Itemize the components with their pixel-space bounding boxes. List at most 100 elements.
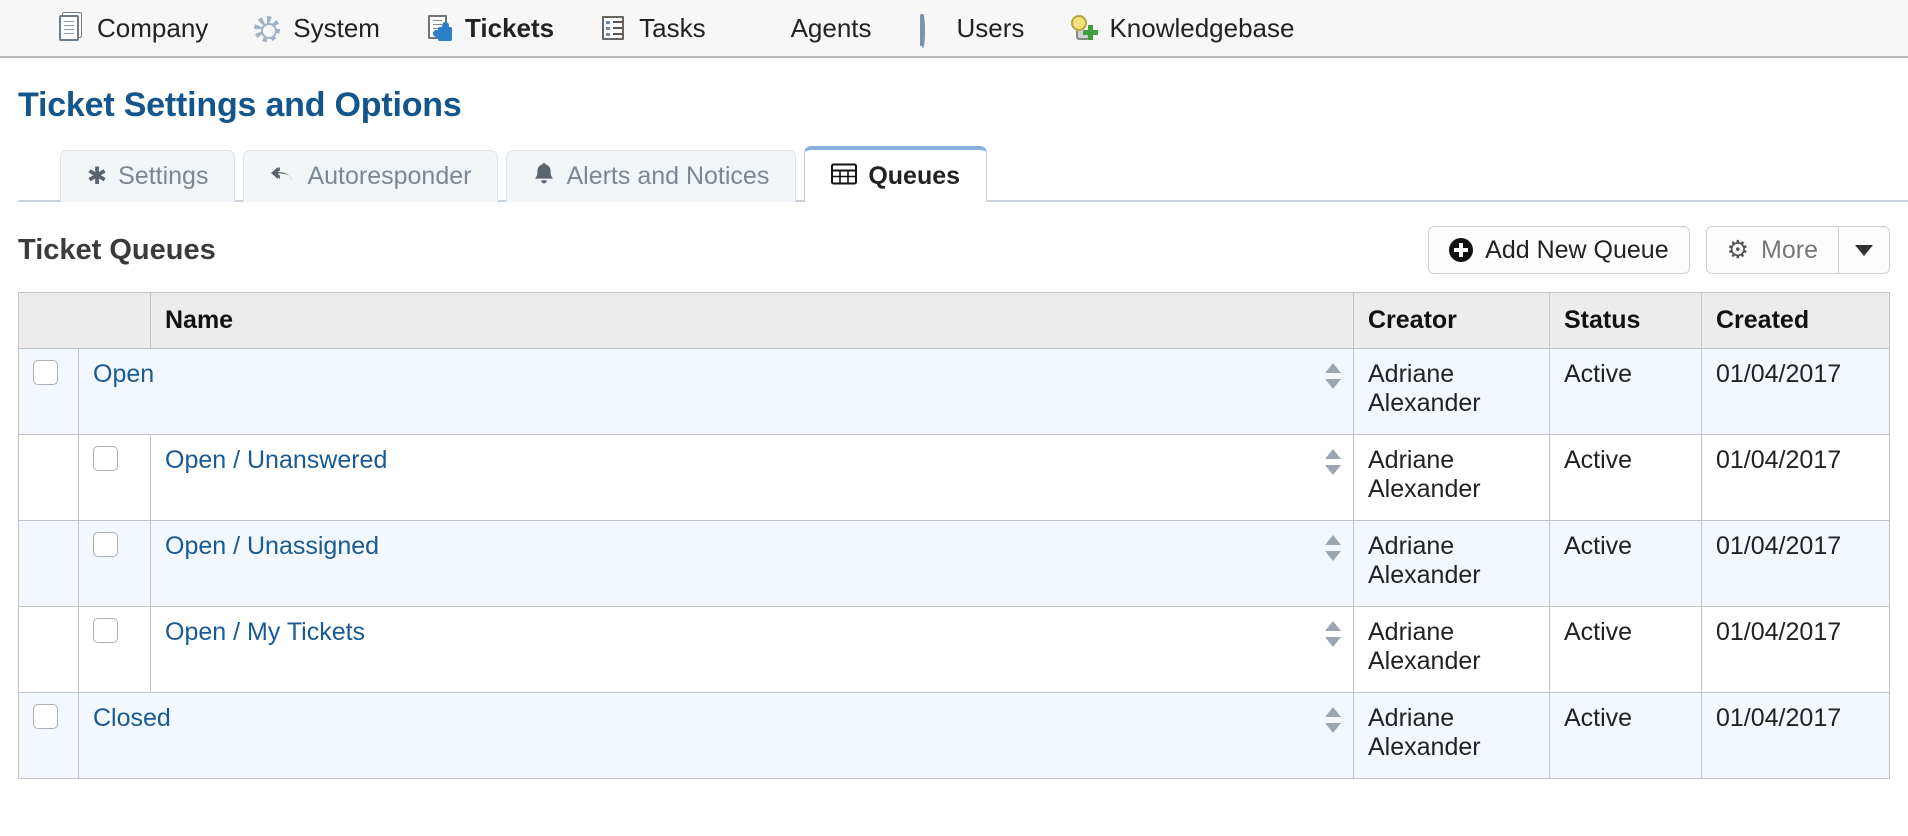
- queue-link[interactable]: Open: [93, 360, 154, 388]
- row-name-cell: Open / Unassigned: [151, 521, 1354, 607]
- row-status: Active: [1550, 607, 1702, 693]
- plus-circle-icon: [1449, 238, 1473, 262]
- queue-link[interactable]: Open / My Tickets: [165, 618, 365, 646]
- row-creator: Adriane Alexander: [1354, 349, 1550, 435]
- header-name[interactable]: Name: [151, 293, 1354, 349]
- queue-link[interactable]: Closed: [93, 704, 171, 732]
- nav-item-agents[interactable]: Agents: [728, 6, 894, 50]
- table-row: Open / Unassigned Adriane Alexander Acti…: [19, 521, 1890, 607]
- row-checkbox[interactable]: [33, 704, 58, 729]
- nav-item-tickets-label: Tickets: [465, 13, 554, 44]
- table-grid-glyph: [831, 163, 857, 185]
- bell-glyph: [533, 162, 555, 186]
- reply-all-icon: [270, 164, 296, 189]
- tab-alerts-and-notices-label: Alerts and Notices: [566, 162, 769, 191]
- row-status: Active: [1550, 435, 1702, 521]
- more-split-button: ⚙ More: [1706, 226, 1890, 274]
- asterisk-icon: ✱: [87, 165, 107, 189]
- row-checkbox[interactable]: [33, 360, 58, 385]
- row-name-cell: Closed: [79, 693, 1354, 779]
- table-row: Open / Unanswered Adriane Alexander Acti…: [19, 435, 1890, 521]
- tab-alerts-and-notices[interactable]: Alerts and Notices: [506, 150, 796, 202]
- nav-item-company-label: Company: [97, 13, 208, 44]
- row-status: Active: [1550, 521, 1702, 607]
- row-creator: Adriane Alexander: [1354, 693, 1550, 779]
- nav-item-users[interactable]: Users: [894, 6, 1047, 50]
- header-select-all: [19, 293, 151, 349]
- nav-item-system-label: System: [293, 13, 380, 44]
- row-created: 01/04/2017: [1702, 435, 1890, 521]
- nav-item-users-label: Users: [957, 13, 1025, 44]
- row-name-cell: Open / Unanswered: [151, 435, 1354, 521]
- add-new-queue-label: Add New Queue: [1485, 236, 1668, 265]
- nav-item-knowledgebase-label: Knowledgebase: [1109, 13, 1294, 44]
- more-label: More: [1761, 236, 1818, 265]
- row-checkbox[interactable]: [93, 618, 118, 643]
- header-created[interactable]: Created: [1702, 293, 1890, 349]
- page-title: Ticket Settings and Options: [0, 58, 1908, 125]
- main-navigation-bar: Company System Tickets Tasks Agents User…: [0, 0, 1908, 58]
- ticket-document-icon: [424, 13, 454, 43]
- chevron-down-icon: [1855, 245, 1873, 256]
- row-checkbox[interactable]: [93, 532, 118, 557]
- sort-handle-icon[interactable]: [1325, 363, 1341, 389]
- nav-item-agents-label: Agents: [791, 13, 872, 44]
- sort-handle-icon[interactable]: [1325, 707, 1341, 733]
- nav-item-tasks[interactable]: Tasks: [576, 6, 727, 50]
- row-created: 01/04/2017: [1702, 349, 1890, 435]
- queues-table: Name Creator Status Created Open Adriane…: [18, 292, 1890, 779]
- header-status[interactable]: Status: [1550, 293, 1702, 349]
- section-heading: Ticket Queues: [18, 234, 216, 267]
- tab-settings[interactable]: ✱ Settings: [60, 150, 235, 202]
- row-name-cell: Open / My Tickets: [151, 607, 1354, 693]
- tab-autoresponder[interactable]: Autoresponder: [243, 150, 498, 202]
- row-created: 01/04/2017: [1702, 693, 1890, 779]
- row-checkbox-cell: [19, 693, 79, 779]
- task-list-icon: [598, 13, 628, 43]
- row-checkbox-cell: [79, 521, 151, 607]
- sort-handle-icon[interactable]: [1325, 535, 1341, 561]
- nav-item-tasks-label: Tasks: [639, 13, 705, 44]
- nav-item-knowledgebase[interactable]: Knowledgebase: [1046, 6, 1316, 50]
- row-indent-cell: [19, 521, 79, 607]
- user-icon: [916, 13, 946, 43]
- queues-toolbar: Ticket Queues Add New Queue ⚙ More: [0, 202, 1908, 274]
- agents-people-icon: [750, 13, 780, 43]
- row-checkbox-cell: [19, 349, 79, 435]
- lightbulb-plus-icon: [1068, 13, 1098, 43]
- toolbar-actions: Add New Queue ⚙ More: [1428, 226, 1890, 274]
- nav-item-system[interactable]: System: [230, 6, 402, 50]
- table-row: Closed Adriane Alexander Active 01/04/20…: [19, 693, 1890, 779]
- nav-item-company[interactable]: Company: [34, 6, 230, 50]
- tab-queues-label: Queues: [868, 162, 960, 191]
- gear-icon: [252, 13, 282, 43]
- row-creator: Adriane Alexander: [1354, 521, 1550, 607]
- row-indent-cell: [19, 607, 79, 693]
- row-status: Active: [1550, 693, 1702, 779]
- table-row: Open / My Tickets Adriane Alexander Acti…: [19, 607, 1890, 693]
- header-creator[interactable]: Creator: [1354, 293, 1550, 349]
- sort-handle-icon[interactable]: [1325, 449, 1341, 475]
- tab-settings-label: Settings: [118, 162, 208, 191]
- queue-link[interactable]: Open / Unanswered: [165, 446, 387, 474]
- row-creator: Adriane Alexander: [1354, 607, 1550, 693]
- add-new-queue-button[interactable]: Add New Queue: [1428, 226, 1689, 274]
- more-dropdown-toggle[interactable]: [1838, 226, 1890, 274]
- row-indent-cell: [19, 435, 79, 521]
- bell-icon: [533, 162, 555, 191]
- queue-link[interactable]: Open / Unassigned: [165, 532, 379, 560]
- row-created: 01/04/2017: [1702, 521, 1890, 607]
- gear-icon: ⚙: [1727, 238, 1749, 263]
- sort-handle-icon[interactable]: [1325, 621, 1341, 647]
- tab-queues[interactable]: Queues: [804, 146, 987, 202]
- more-button[interactable]: ⚙ More: [1706, 226, 1838, 274]
- row-checkbox-cell: [79, 435, 151, 521]
- table-header-row: Name Creator Status Created: [19, 293, 1890, 349]
- row-checkbox[interactable]: [93, 446, 118, 471]
- nav-item-tickets[interactable]: Tickets: [402, 6, 576, 50]
- row-checkbox-cell: [79, 607, 151, 693]
- row-name-cell: Open: [79, 349, 1354, 435]
- tab-bar: ✱ Settings Autoresponder Alerts and Noti…: [0, 147, 1908, 202]
- document-icon: [56, 13, 86, 43]
- reply-all-glyph: [270, 164, 296, 184]
